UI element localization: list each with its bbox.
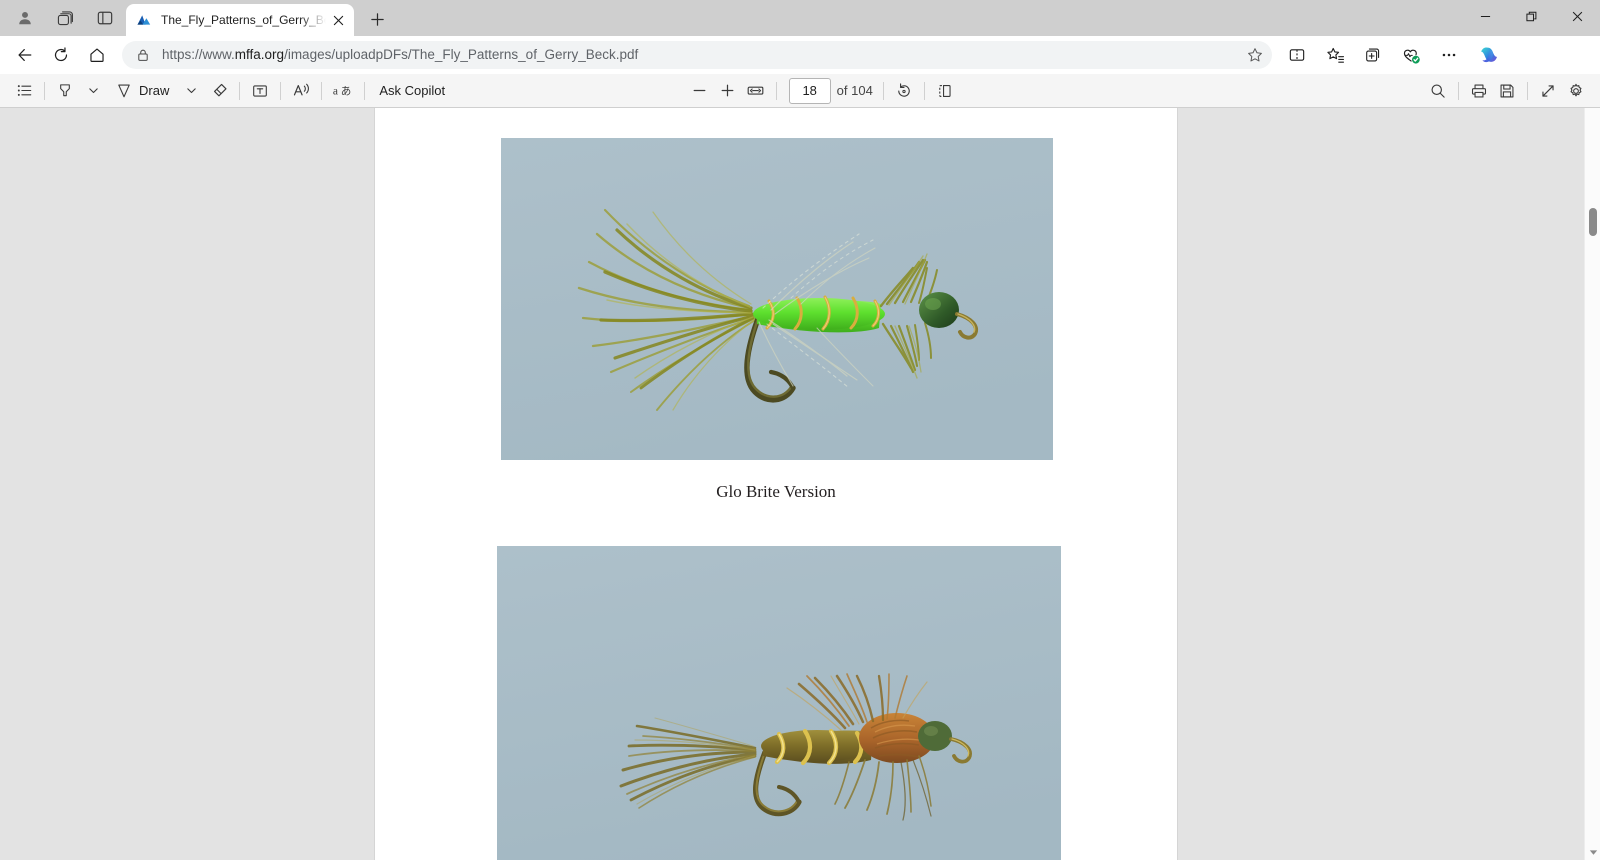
rotate-button[interactable] [890, 77, 918, 105]
table-of-contents-button[interactable] [10, 77, 38, 105]
collections-icon[interactable] [1356, 40, 1390, 70]
svg-text:あ: あ [341, 86, 352, 98]
fly-photo-nymph [497, 546, 1061, 860]
browser-tab[interactable]: The_Fly_Patterns_of_Gerry_Beck.pd [126, 4, 354, 36]
scrollbar-thumb[interactable] [1589, 208, 1597, 236]
settings-and-more-icon[interactable] [1432, 40, 1466, 70]
split-screen-icon[interactable] [1280, 40, 1314, 70]
read-aloud-button[interactable] [287, 77, 315, 105]
tab-title: The_Fly_Patterns_of_Gerry_Beck.pd [161, 13, 326, 27]
back-button[interactable] [8, 40, 42, 70]
print-button[interactable] [1465, 77, 1493, 105]
pdf-viewer[interactable]: Glo Brite Version [0, 108, 1600, 860]
site-info-lock-icon[interactable] [134, 46, 152, 64]
add-text-button[interactable] [246, 77, 274, 105]
profile-button[interactable] [8, 3, 42, 33]
highlight-options-button[interactable] [79, 77, 107, 105]
find-button[interactable] [1424, 77, 1452, 105]
add-favorite-star-icon[interactable] [1242, 42, 1268, 68]
pdf-settings-gear-icon[interactable] [1562, 77, 1590, 105]
toolbar-divider [280, 81, 282, 100]
tab-strip: The_Fly_Patterns_of_Gerry_Beck.pd [0, 0, 1600, 36]
workspaces-icon[interactable] [48, 3, 82, 33]
tab-strip-left-controls [0, 0, 122, 36]
close-tab-icon[interactable] [328, 10, 348, 30]
translate-button[interactable]: a あ [328, 77, 358, 105]
pdf-toolbar: Draw a あ Ask Copilot 18 of 104 [0, 74, 1600, 108]
erase-button[interactable] [205, 77, 233, 105]
draw-label: Draw [139, 83, 170, 98]
url-host: mffa.org [234, 47, 285, 62]
browser-window: The_Fly_Patterns_of_Gerry_Beck.pd [0, 0, 1600, 860]
address-bar-url: https://www.mffa.org/images/uploadpDFs/T… [162, 46, 1242, 64]
draw-button[interactable]: Draw [107, 77, 177, 105]
window-controls [1462, 0, 1600, 36]
new-tab-button[interactable] [362, 4, 392, 34]
close-window-button[interactable] [1554, 0, 1600, 32]
refresh-button[interactable] [44, 40, 78, 70]
fit-to-page-button[interactable] [742, 77, 770, 105]
scroll-down-arrow-icon[interactable] [1585, 844, 1600, 860]
toolbar-divider [44, 81, 45, 100]
fly-photo-glo-brite [501, 138, 1053, 460]
fullscreen-button[interactable] [1534, 77, 1562, 105]
restore-button[interactable] [1508, 0, 1554, 32]
tab-actions-icon[interactable] [88, 3, 122, 33]
browser-essentials-icon[interactable] [1394, 40, 1428, 70]
toolbar-divider [321, 81, 323, 100]
page-view-button[interactable] [931, 77, 959, 105]
pdf-page-controls: of 104 [686, 77, 959, 105]
pen-icon [115, 82, 133, 100]
toolbar-divider [882, 81, 884, 100]
zoom-in-button[interactable] [714, 77, 742, 105]
home-button[interactable] [80, 40, 114, 70]
toolbar-divider [364, 81, 366, 100]
pdf-mountain-icon [136, 12, 152, 28]
minimize-button[interactable] [1462, 0, 1508, 32]
zoom-out-button[interactable] [686, 77, 714, 105]
url-scheme: https://www. [162, 47, 235, 62]
save-button[interactable] [1493, 77, 1521, 105]
svg-text:a: a [333, 86, 338, 98]
toolbar-divider [1526, 81, 1528, 100]
navbar-right-controls [1280, 40, 1508, 70]
viewer-scrollbar[interactable] [1584, 108, 1600, 860]
photo-caption: Glo Brite Version [716, 482, 836, 501]
address-bar[interactable]: https://www.mffa.org/images/uploadpDFs/T… [122, 41, 1272, 69]
favorites-icon[interactable] [1318, 40, 1352, 70]
toolbar-divider [239, 81, 241, 100]
pdf-page: Glo Brite Version [375, 108, 1177, 860]
page-number-input[interactable] [788, 77, 831, 104]
toolbar-divider [923, 81, 925, 100]
pdf-toolbar-right [1424, 77, 1590, 105]
ask-copilot-label: Ask Copilot [379, 83, 446, 98]
url-path: /images/uploadpDFs/The_Fly_Patterns_of_G… [284, 47, 639, 62]
draw-options-button[interactable] [177, 77, 205, 105]
toolbar-divider [1457, 81, 1459, 100]
highlight-button[interactable] [51, 77, 79, 105]
page-count-label: of 104 [836, 83, 873, 98]
copilot-icon[interactable] [1474, 40, 1506, 70]
toolbar-divider [775, 81, 777, 100]
ask-copilot-button[interactable]: Ask Copilot [371, 77, 453, 105]
navigation-bar: https://www.mffa.org/images/uploadpDFs/T… [0, 36, 1600, 74]
